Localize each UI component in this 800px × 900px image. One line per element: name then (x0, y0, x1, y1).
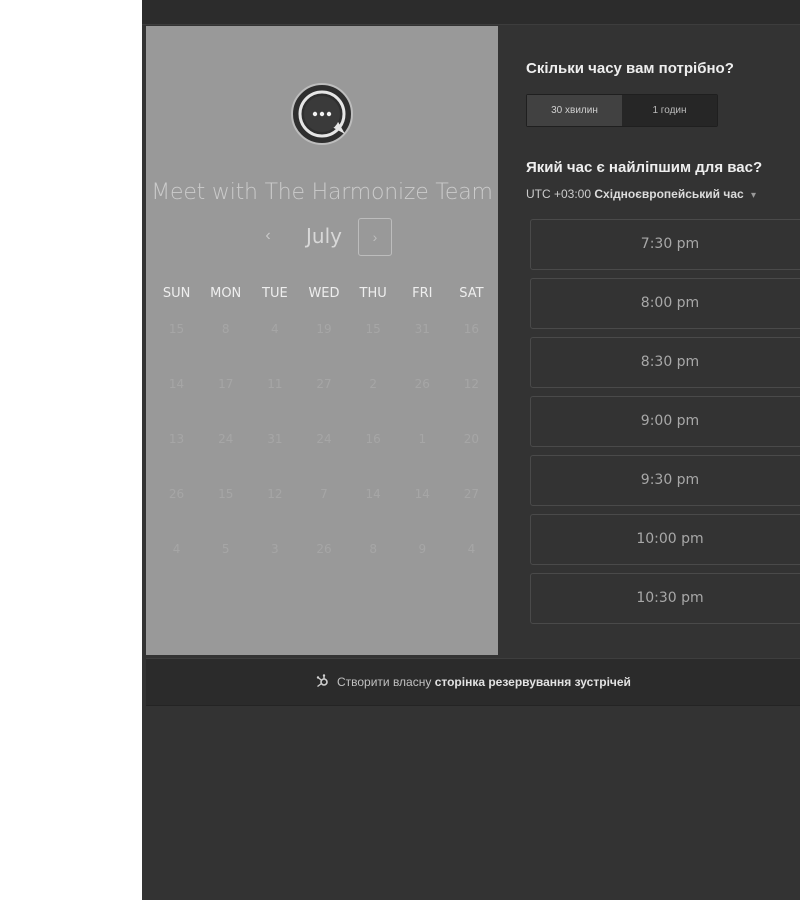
calendar-day: 27 (316, 377, 332, 391)
meeting-title: Meet with The Harmonize Team (151, 180, 493, 205)
calendar-panel: Meet with The Harmonize Team ‹ July › SU… (146, 26, 498, 655)
weekday-label: SAT (459, 286, 484, 301)
calendar-day: 5 (221, 542, 230, 556)
calendar-day: 15 (168, 322, 185, 336)
month-label: July (306, 224, 342, 248)
calendar-day: 24 (218, 432, 234, 446)
month-navigator: ‹ July › (146, 216, 498, 260)
weekday-header: SUN MON TUE WED THU FRI SAT (152, 286, 496, 301)
calendar-day: 31 (414, 322, 430, 336)
calendar-day: 27 (463, 487, 480, 501)
calendar-day: 26 (414, 377, 430, 391)
top-bar (142, 0, 800, 25)
calendar-day: 14 (168, 377, 185, 391)
calendar-day: 14 (365, 487, 381, 501)
duration-option-30-min[interactable]: 30 хвилин (527, 95, 622, 126)
time-slot-button[interactable]: 8:00 pm (530, 278, 800, 329)
chat-bubble-icon (290, 82, 354, 146)
timezone-selector[interactable]: UTC +03:00 Східноєвропейський час ▾ (526, 187, 756, 201)
calendar-day: 13 (168, 432, 185, 446)
calendar-day: 26 (316, 542, 332, 556)
calendar-day: 20 (463, 432, 480, 446)
time-slot-list: 7:30 pm 8:00 pm 8:30 pm 9:00 pm 9:30 pm … (530, 219, 800, 632)
time-question: Який час є найліпшим для вас? (526, 159, 763, 176)
calendar-day: 16 (463, 322, 480, 336)
calendar-day: 3 (271, 542, 279, 556)
calendar-day: 11 (267, 377, 283, 391)
calendar-day: 31 (267, 432, 283, 446)
calendar-day: 17 (218, 377, 234, 391)
weekday-label: FRI (412, 286, 433, 301)
booking-app: Meet with The Harmonize Team ‹ July › SU… (142, 0, 800, 900)
calendar-day: 2 (369, 377, 377, 391)
calendar-day: 12 (463, 377, 480, 391)
weekday-label: SUN (162, 286, 191, 301)
time-slot-button[interactable]: 9:30 pm (530, 455, 800, 506)
calendar-day: 4 (172, 542, 181, 556)
timezone-name: Східноєвропейський час (594, 187, 744, 201)
calendar-day: 12 (267, 487, 283, 501)
weekday-label: MON (210, 286, 242, 301)
calendar-day: 26 (168, 487, 185, 501)
caret-down-icon: ▾ (751, 190, 757, 201)
calendar-day: 4 (271, 322, 279, 336)
duration-option-1-hour[interactable]: 1 годин (622, 95, 717, 126)
footer-link[interactable]: сторінка резервування зустрічей (435, 675, 631, 689)
weekday-label: WED (308, 286, 340, 301)
time-slot-button[interactable]: 8:30 pm (530, 337, 800, 388)
calendar-day: 14 (414, 487, 430, 501)
calendar-day: 8 (369, 542, 377, 556)
timezone-offset: UTC +03:00 (526, 187, 592, 201)
calendar-day: 8 (221, 322, 230, 336)
calendar-day: 15 (365, 322, 381, 336)
weekday-label: TUE (262, 286, 288, 301)
calendar-day: 9 (418, 542, 427, 556)
calendar-day: 7 (320, 487, 328, 501)
calendar-days-grid: 15 8 4 19 15 31 16 14 17 11 27 2 26 12 1… (152, 322, 496, 597)
calendar-day: 16 (365, 432, 381, 446)
calendar-day: 1 (418, 432, 427, 446)
duration-question: Скільки часу вам потрібно? (526, 60, 734, 77)
time-slot-button[interactable]: 10:30 pm (530, 573, 800, 624)
prev-month-button[interactable]: ‹ (258, 222, 278, 250)
calendar-day: 15 (218, 487, 234, 501)
time-slot-button[interactable]: 10:00 pm (530, 514, 800, 565)
time-slot-button[interactable]: 7:30 pm (530, 219, 800, 270)
footer-prefix: Створити власну (336, 675, 432, 689)
calendar-day: 24 (316, 432, 332, 446)
calendar-day: 19 (316, 322, 332, 336)
next-month-button[interactable]: › (358, 218, 392, 256)
footer-bar: Створити власну сторінка резервування зу… (146, 658, 800, 706)
duration-toggle: 30 хвилин 1 годин (526, 94, 718, 127)
time-slot-button[interactable]: 9:00 pm (530, 396, 800, 447)
booking-panel: Скільки часу вам потрібно? 30 хвилин 1 г… (498, 26, 800, 655)
footer-cta[interactable]: Створити власну сторінка резервування зу… (146, 659, 800, 704)
weekday-label: THU (359, 286, 387, 301)
calendar-day: 4 (467, 542, 476, 556)
hubspot-sprocket-icon (315, 673, 333, 689)
